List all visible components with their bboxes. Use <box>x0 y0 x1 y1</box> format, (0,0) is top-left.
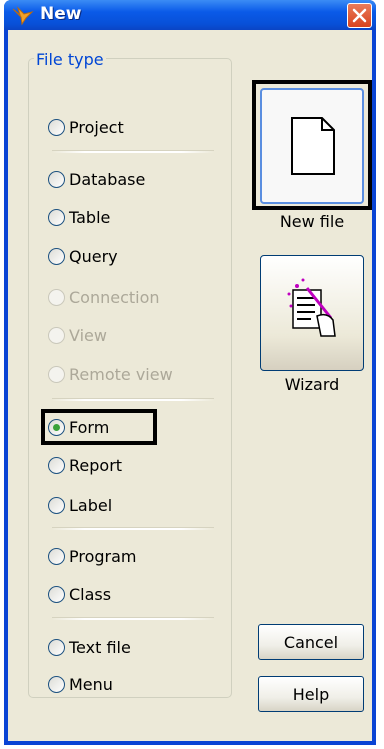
radio-table[interactable]: Table <box>48 205 110 229</box>
fox-app-icon <box>12 6 34 26</box>
window-title: New <box>40 4 82 24</box>
file-type-group-label: File type <box>34 50 106 69</box>
help-label: Help <box>292 684 330 704</box>
cancel-button[interactable]: Cancel <box>258 624 364 660</box>
radio-label: Project <box>69 117 124 137</box>
radio-label: Menu <box>69 674 113 694</box>
separator <box>52 150 214 153</box>
close-button[interactable] <box>347 3 372 28</box>
radio-label: Class <box>69 584 112 604</box>
radio-query[interactable]: Query <box>48 244 118 268</box>
radio-label: Remote view <box>69 364 173 384</box>
form-highlight-frame <box>41 409 157 445</box>
radio-label: Query <box>69 246 118 266</box>
radio-indicator <box>48 496 65 514</box>
radio-menu[interactable]: Menu <box>48 672 113 696</box>
radio-database[interactable]: Database <box>48 167 145 191</box>
radio-label: Label <box>69 495 113 515</box>
help-button[interactable]: Help <box>258 676 364 712</box>
separator <box>52 617 214 620</box>
radio-label: Table <box>69 207 111 227</box>
new-file-label: New file <box>279 212 345 231</box>
radio-program[interactable]: Program <box>48 544 137 568</box>
wizard-label: Wizard <box>284 375 340 394</box>
new-file-button[interactable] <box>260 88 364 204</box>
separator <box>52 398 214 401</box>
radio-indicator <box>48 118 65 136</box>
radio-indicator <box>48 365 65 383</box>
cancel-label: Cancel <box>283 632 339 652</box>
radio-indicator <box>48 208 65 226</box>
radio-indicator <box>48 247 65 265</box>
wizard-button[interactable] <box>260 255 364 371</box>
close-icon <box>352 8 367 23</box>
title-bar[interactable]: New <box>4 0 376 30</box>
radio-indicator <box>48 288 65 306</box>
radio-connection: Connection <box>48 285 160 309</box>
radio-class[interactable]: Class <box>48 582 111 606</box>
radio-label-type[interactable]: Label <box>48 493 112 517</box>
radio-project[interactable]: Project <box>48 115 124 139</box>
radio-text-file[interactable]: Text file <box>48 635 131 659</box>
radio-indicator <box>48 675 65 693</box>
radio-label: Connection <box>69 287 160 307</box>
wizard-icon <box>287 278 336 337</box>
radio-indicator <box>48 326 65 344</box>
radio-label: View <box>69 325 107 345</box>
radio-indicator <box>48 638 65 656</box>
radio-indicator <box>48 547 65 565</box>
radio-label: Text file <box>69 637 131 657</box>
radio-view: View <box>48 323 107 347</box>
radio-label: Report <box>69 455 123 475</box>
separator <box>52 527 214 530</box>
radio-indicator <box>48 170 65 188</box>
radio-indicator <box>48 585 65 603</box>
radio-label: Program <box>69 546 137 566</box>
radio-indicator <box>48 456 65 474</box>
radio-report[interactable]: Report <box>48 453 122 477</box>
blank-document-icon <box>291 117 335 175</box>
radio-label: Database <box>69 169 146 189</box>
radio-remote-view: Remote view <box>48 362 173 386</box>
